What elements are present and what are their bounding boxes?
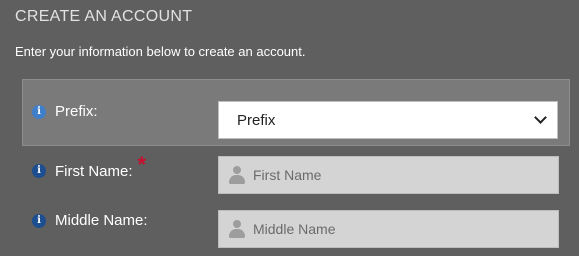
prefix-label: Prefix:: [55, 103, 98, 120]
info-icon[interactable]: i: [32, 104, 46, 119]
prefix-label-group: i Prefix:: [32, 103, 98, 120]
page-title: CREATE AN ACCOUNT: [15, 8, 193, 25]
person-icon: [229, 166, 245, 184]
person-icon: [229, 220, 245, 238]
first-name-field[interactable]: First Name: [218, 156, 559, 194]
middle-name-row: i Middle Name: Middle Name: [23, 202, 570, 256]
first-name-label-group: i First Name: *: [32, 152, 146, 184]
first-name-placeholder: First Name: [253, 167, 322, 183]
chevron-down-icon: [534, 111, 547, 124]
prefix-selected-value: Prefix: [237, 111, 276, 129]
prefix-row: i Prefix: Prefix: [22, 79, 570, 146]
middle-name-field[interactable]: Middle Name: [218, 210, 559, 248]
prefix-select[interactable]: Prefix: [218, 101, 558, 139]
required-indicator: *: [137, 152, 147, 177]
middle-name-label-group: i Middle Name:: [32, 212, 148, 229]
intro-text: Enter your information below to create a…: [15, 44, 306, 59]
info-icon[interactable]: i: [32, 213, 46, 228]
middle-name-label: Middle Name:: [55, 212, 148, 229]
first-name-label: First Name:: [55, 162, 133, 180]
info-icon[interactable]: i: [32, 164, 46, 178]
middle-name-placeholder: Middle Name: [253, 221, 336, 237]
first-name-row: i First Name: * First Name: [23, 148, 570, 202]
